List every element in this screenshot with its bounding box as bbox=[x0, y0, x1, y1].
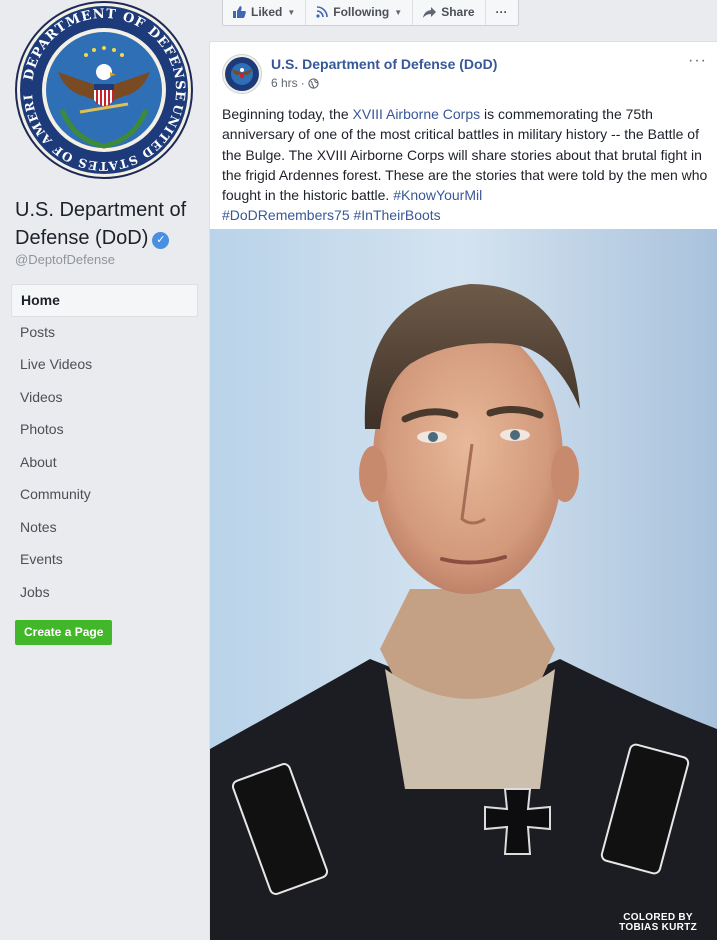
page-action-bar: Liked ▼ Following ▼ Share ··· bbox=[222, 0, 519, 26]
globe-icon[interactable] bbox=[308, 77, 319, 89]
nav-item-about[interactable]: About bbox=[11, 447, 198, 480]
post-card: U.S. Department of Defense (DoD) 6 hrs ·… bbox=[209, 41, 717, 940]
photo-credit: COLORED BY TOBIAS KURTZ bbox=[619, 913, 697, 933]
more-actions-button[interactable]: ··· bbox=[486, 0, 518, 25]
post-meta: 6 hrs · bbox=[271, 76, 319, 90]
nav-item-home[interactable]: Home bbox=[11, 284, 198, 317]
photo-credit-line: TOBIAS KURTZ bbox=[619, 922, 697, 933]
hashtag-link[interactable]: #KnowYourMil bbox=[393, 187, 482, 203]
nav-item-photos[interactable]: Photos bbox=[11, 414, 198, 447]
post-options-button[interactable]: ··· bbox=[688, 52, 707, 70]
nav-item-events[interactable]: Events bbox=[11, 544, 198, 577]
hashtag-link[interactable]: #InTheirBoots bbox=[354, 207, 441, 223]
post-photo[interactable]: COLORED BY TOBIAS KURTZ bbox=[210, 229, 717, 940]
rss-feed-icon bbox=[316, 6, 329, 18]
meta-separator: · bbox=[300, 76, 305, 90]
post-timestamp[interactable]: 6 hrs bbox=[271, 76, 298, 90]
liked-button[interactable]: Liked ▼ bbox=[223, 0, 307, 25]
liked-label: Liked bbox=[251, 5, 283, 19]
author-avatar[interactable] bbox=[222, 54, 262, 94]
page-nav: Home Posts Live Videos Videos Photos Abo… bbox=[11, 284, 198, 609]
following-button[interactable]: Following ▼ bbox=[306, 0, 414, 25]
nav-item-community[interactable]: Community bbox=[11, 479, 198, 512]
nav-item-live-videos[interactable]: Live Videos bbox=[11, 349, 198, 382]
portrait-image bbox=[210, 229, 717, 940]
page-title[interactable]: U.S. Department of Defense (DoD) ✓ bbox=[15, 196, 200, 252]
chevron-down-icon: ▼ bbox=[394, 7, 403, 17]
share-button[interactable]: Share bbox=[413, 0, 486, 25]
page-handle[interactable]: @DeptofDefense bbox=[15, 252, 115, 267]
post-text-part: Beginning today, the bbox=[222, 106, 353, 122]
xviii-airborne-corps-link[interactable]: XVIII Airborne Corps bbox=[353, 106, 481, 122]
nav-item-posts[interactable]: Posts bbox=[11, 317, 198, 350]
share-arrow-icon bbox=[423, 6, 437, 18]
nav-item-notes[interactable]: Notes bbox=[11, 512, 198, 545]
page-sidebar: DEPARTMENT OF DEFENSE UNITED STATES OF A… bbox=[0, 0, 209, 939]
nav-item-videos[interactable]: Videos bbox=[11, 382, 198, 415]
share-label: Share bbox=[441, 5, 475, 19]
post-author-link[interactable]: U.S. Department of Defense (DoD) bbox=[271, 56, 497, 72]
verified-badge-icon: ✓ bbox=[152, 232, 170, 249]
following-label: Following bbox=[333, 5, 390, 19]
nav-item-jobs[interactable]: Jobs bbox=[11, 577, 198, 610]
create-page-button[interactable]: Create a Page bbox=[15, 620, 113, 645]
more-dots-icon: ··· bbox=[495, 5, 508, 19]
dod-seal-logo[interactable]: DEPARTMENT OF DEFENSE UNITED STATES OF A… bbox=[14, 0, 194, 180]
thumbs-up-icon bbox=[233, 6, 246, 18]
hashtag-link[interactable]: #DoDRemembers75 bbox=[222, 207, 350, 223]
post-message: Beginning today, the XVIII Airborne Corp… bbox=[222, 104, 710, 226]
chevron-down-icon: ▼ bbox=[287, 7, 296, 17]
